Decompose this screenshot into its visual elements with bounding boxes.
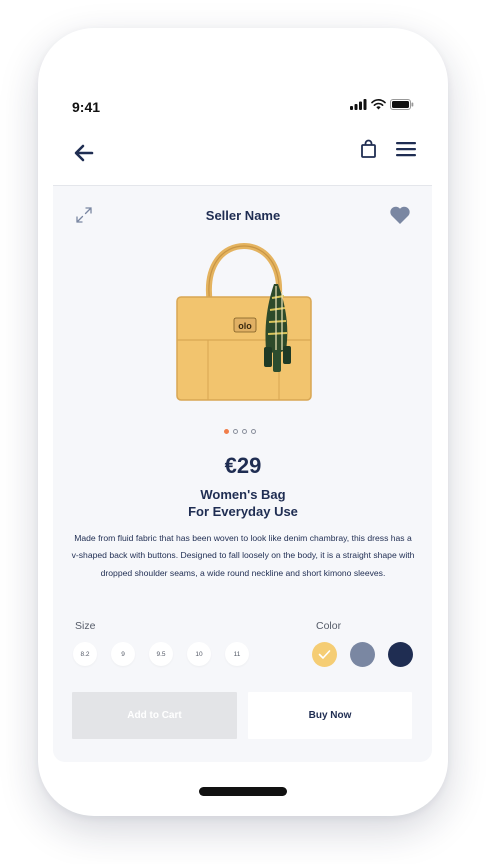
- carousel-dot-3[interactable]: [242, 429, 247, 434]
- shopping-bag-icon[interactable]: [359, 139, 379, 159]
- product-description: Made from fluid fabric that has been wov…: [71, 533, 415, 578]
- back-arrow-icon[interactable]: [72, 142, 96, 164]
- carousel-dot-1[interactable]: [224, 429, 229, 434]
- size-option[interactable]: 10: [187, 642, 211, 666]
- product-title-line1: Women's Bag: [200, 487, 286, 502]
- size-label: Size: [75, 620, 96, 632]
- carousel-dot-4[interactable]: [251, 429, 256, 434]
- carousel-dots: [224, 429, 256, 434]
- color-label: Color: [316, 620, 342, 632]
- svg-text:olo: olo: [238, 321, 252, 331]
- signal-icon: [350, 99, 367, 110]
- size-options: 8.2 9 9.5 10 11: [73, 642, 249, 666]
- battery-icon: [390, 99, 414, 110]
- product-title: Women's Bag For Everyday Use: [143, 486, 343, 520]
- wifi-icon: [371, 99, 386, 110]
- product-title-line2: For Everyday Use: [188, 504, 298, 519]
- status-icons: [350, 99, 414, 110]
- heart-icon[interactable]: [389, 205, 411, 225]
- size-option[interactable]: 11: [225, 642, 249, 666]
- color-swatch-yellow[interactable]: [312, 642, 337, 667]
- home-indicator: [199, 787, 287, 796]
- buy-now-button[interactable]: Buy Now: [248, 692, 412, 739]
- expand-icon[interactable]: [75, 206, 93, 224]
- size-option[interactable]: 8.2: [73, 642, 97, 666]
- carousel-dot-2[interactable]: [233, 429, 238, 434]
- hamburger-menu-icon[interactable]: [395, 140, 417, 158]
- status-time: 9:41: [72, 99, 101, 115]
- color-swatch-navy[interactable]: [388, 642, 413, 667]
- handbag-image: olo: [176, 242, 312, 401]
- seller-name[interactable]: Seller Name: [143, 208, 343, 223]
- color-swatch-gray[interactable]: [350, 642, 375, 667]
- size-option[interactable]: 9: [111, 642, 135, 666]
- size-option[interactable]: 9.5: [149, 642, 173, 666]
- add-to-cart-button[interactable]: Add to Cart: [72, 692, 237, 739]
- product-price: €29: [224, 453, 262, 478]
- check-icon: [318, 650, 331, 659]
